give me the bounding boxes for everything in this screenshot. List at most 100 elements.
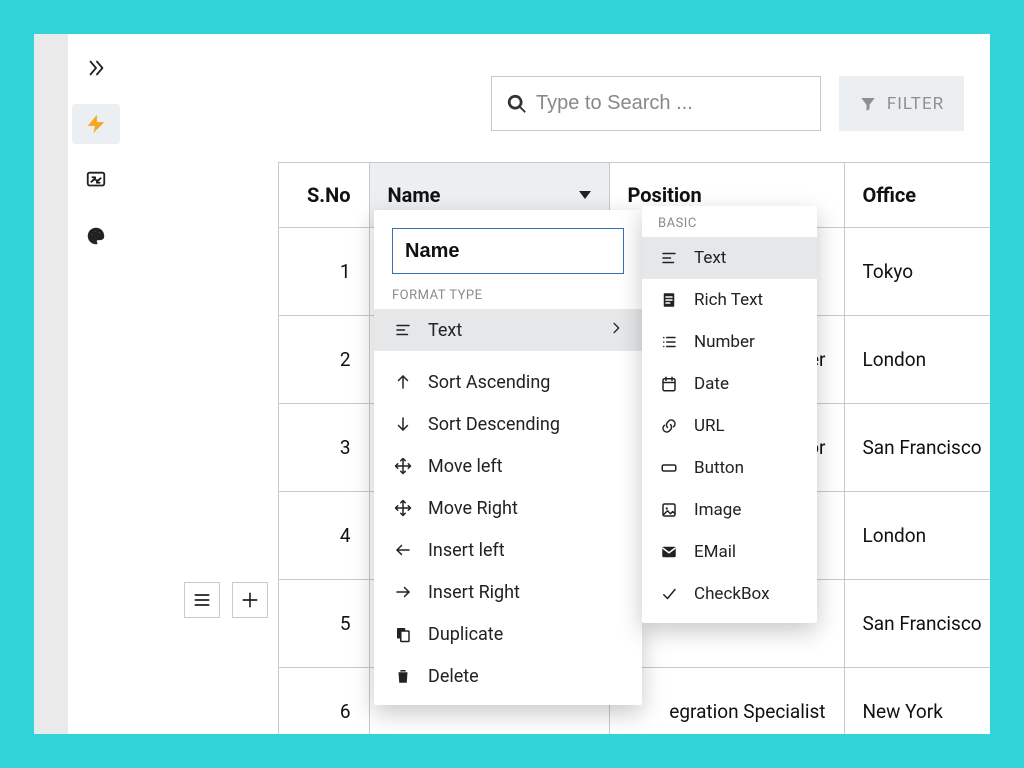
- format-type-submenu: BASIC Text Rich Text Number Date URL: [642, 206, 817, 623]
- menu-item-duplicate[interactable]: Duplicate: [374, 613, 642, 655]
- cell-position: egration Specialist: [609, 667, 844, 734]
- cell-sno: 1: [279, 227, 369, 315]
- menu-item-label: Duplicate: [428, 624, 503, 645]
- menu-item-label: Move Right: [428, 498, 518, 519]
- format-type-label: FORMAT TYPE: [374, 282, 642, 309]
- arrow-up-icon: [392, 373, 414, 391]
- search-box[interactable]: [491, 76, 821, 131]
- menu-item-label: Sort Descending: [428, 414, 560, 435]
- menu-item-label: Text: [428, 320, 462, 341]
- submenu-item-label: Button: [694, 458, 744, 478]
- plus-icon: [240, 590, 260, 610]
- cell-sno: 4: [279, 491, 369, 579]
- menu-item-insert-left[interactable]: Insert left: [374, 529, 642, 571]
- rail-theme-button[interactable]: [72, 216, 120, 256]
- basic-label: BASIC: [642, 206, 817, 237]
- calendar-icon: [658, 375, 680, 393]
- top-bar: FILTER: [491, 76, 964, 131]
- menu-item-sort-desc[interactable]: Sort Descending: [374, 403, 642, 445]
- button-icon: [658, 459, 680, 477]
- cell-office: London: [844, 491, 990, 579]
- menu-item-move-right[interactable]: Move Right: [374, 487, 642, 529]
- col-header-office-label: Office: [863, 183, 917, 207]
- chevrons-right-icon: [85, 57, 107, 79]
- submenu-item-rich-text[interactable]: Rich Text: [642, 279, 817, 321]
- document-icon: [658, 291, 680, 309]
- image-icon: [658, 501, 680, 519]
- cell-sno: 6: [279, 667, 369, 734]
- submenu-item-label: Date: [694, 374, 729, 394]
- menu-item-label: Insert left: [428, 540, 505, 561]
- submenu-item-email[interactable]: EMail: [642, 531, 817, 573]
- hamburger-icon: [192, 590, 212, 610]
- row-add-button[interactable]: [232, 582, 268, 618]
- cell-office: San Francisco: [844, 403, 990, 491]
- mail-icon: [658, 543, 680, 561]
- copy-icon: [392, 625, 414, 643]
- column-name-field[interactable]: [392, 228, 624, 274]
- submenu-item-image[interactable]: Image: [642, 489, 817, 531]
- col-header-sno-label: S.No: [307, 183, 351, 207]
- link-icon: [658, 417, 680, 435]
- submenu-item-label: Rich Text: [694, 290, 763, 310]
- cell-sno: 2: [279, 315, 369, 403]
- rail-quick-button[interactable]: [72, 104, 120, 144]
- submenu-item-number[interactable]: Number: [642, 321, 817, 363]
- menu-item-label: Insert Right: [428, 582, 520, 603]
- rail-sync-button[interactable]: [72, 160, 120, 200]
- column-context-menu: FORMAT TYPE Text Sort Ascending Sort Des…: [374, 210, 642, 705]
- filter-label: FILTER: [887, 94, 944, 114]
- align-left-icon: [658, 249, 680, 267]
- filter-button[interactable]: FILTER: [839, 76, 964, 131]
- list-numbered-icon: [658, 333, 680, 351]
- menu-item-delete[interactable]: Delete: [374, 655, 642, 697]
- trash-icon: [392, 667, 414, 685]
- arrow-right-icon: [392, 583, 414, 601]
- menu-item-label: Delete: [428, 666, 479, 687]
- cell-office: New York: [844, 667, 990, 734]
- search-icon: [506, 93, 528, 115]
- col-header-sno[interactable]: S.No: [279, 163, 369, 227]
- cell-sno: 3: [279, 403, 369, 491]
- funnel-icon: [859, 95, 877, 113]
- submenu-item-label: Image: [694, 500, 741, 520]
- app-canvas: FILTER S.No Name: [68, 34, 990, 734]
- submenu-item-label: Text: [694, 248, 726, 268]
- row-menu-button[interactable]: [184, 582, 220, 618]
- app-frame: FILTER S.No Name: [34, 34, 990, 734]
- submenu-item-date[interactable]: Date: [642, 363, 817, 405]
- submenu-item-checkbox[interactable]: CheckBox: [642, 573, 817, 615]
- move-icon: [392, 499, 414, 517]
- menu-item-label: Sort Ascending: [428, 372, 550, 393]
- column-name-input[interactable]: [403, 239, 613, 264]
- side-rail: [68, 34, 123, 256]
- submenu-item-label: EMail: [694, 542, 736, 562]
- sync-monitor-icon: [85, 169, 107, 191]
- cell-office: London: [844, 315, 990, 403]
- arrow-down-icon: [392, 415, 414, 433]
- submenu-item-label: URL: [694, 416, 725, 436]
- check-icon: [658, 585, 680, 603]
- rail-expand-button[interactable]: [72, 48, 120, 88]
- move-icon: [392, 457, 414, 475]
- row-tools: [184, 582, 268, 618]
- cell-office: San Francisco: [844, 579, 990, 667]
- menu-item-insert-right[interactable]: Insert Right: [374, 571, 642, 613]
- col-header-name-label: Name: [388, 183, 441, 207]
- menu-item-move-left[interactable]: Move left: [374, 445, 642, 487]
- cell-office: Tokyo: [844, 227, 990, 315]
- submenu-item-label: Number: [694, 332, 755, 352]
- submenu-item-url[interactable]: URL: [642, 405, 817, 447]
- menu-item-sort-asc[interactable]: Sort Ascending: [374, 361, 642, 403]
- align-left-icon: [392, 321, 414, 339]
- submenu-item-button[interactable]: Button: [642, 447, 817, 489]
- lightning-icon: [85, 113, 107, 135]
- cell-sno: 5: [279, 579, 369, 667]
- menu-item-format-text[interactable]: Text: [374, 309, 642, 351]
- arrow-left-icon: [392, 541, 414, 559]
- caret-down-icon: [579, 191, 591, 199]
- col-header-office[interactable]: Office: [844, 163, 990, 227]
- palette-icon: [85, 225, 107, 247]
- search-input[interactable]: [534, 91, 806, 116]
- submenu-item-text[interactable]: Text: [642, 237, 817, 279]
